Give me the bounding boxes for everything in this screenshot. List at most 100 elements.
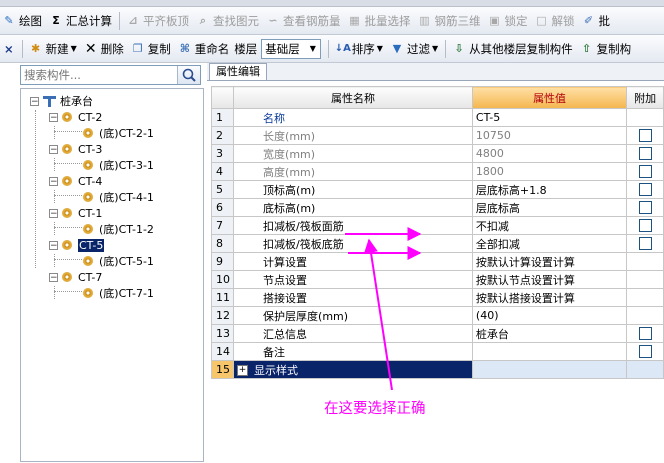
tree-group-ct4[interactable]: − CT-4 [49, 173, 102, 189]
property-value[interactable]: 10750 [471, 126, 628, 145]
collapse-icon[interactable]: − [49, 272, 58, 282]
lock-button[interactable]: ▣ 锁定 [485, 10, 531, 32]
find-element-button[interactable]: ⌕ 查找图元 [193, 10, 262, 32]
delete-button[interactable]: ✕ 删除 [81, 38, 127, 60]
extra-checkbox[interactable] [638, 327, 652, 341]
property-value[interactable]: 层底标高+1.8 [471, 180, 628, 199]
expand-icon[interactable]: + [237, 365, 249, 376]
property-name-cell[interactable]: + 显示样式 [233, 360, 473, 379]
extra-checkbox[interactable] [638, 147, 652, 161]
property-value[interactable]: 按默认节点设置计算 [471, 270, 628, 289]
tree-item-ct1-2[interactable]: (底)CT-1-2 [83, 221, 154, 237]
rename-button[interactable]: ⌘ 重命名 [175, 38, 233, 60]
property-name[interactable]: 底标高(m) [233, 198, 473, 217]
draw-button[interactable]: ✎ 绘图 [0, 10, 45, 32]
column-header-name[interactable]: 属性名称 [233, 86, 473, 109]
column-header-extra[interactable]: 附加 [626, 86, 664, 109]
collapse-icon[interactable]: − [49, 112, 58, 122]
property-value[interactable]: (40) [471, 306, 628, 325]
property-value[interactable]: 1800 [471, 162, 628, 181]
property-name[interactable]: 宽度(mm) [233, 144, 473, 163]
copy-button[interactable]: ❐ 复制 [128, 38, 174, 60]
search-input[interactable] [21, 66, 174, 84]
batch-select-button[interactable]: ▦ 批量选择 [345, 10, 414, 32]
tree-group-ct2[interactable]: − CT-2 [49, 109, 102, 125]
property-row[interactable]: 5 顶标高(m) 层底标高+1.8 [210, 180, 664, 199]
extra-checkbox[interactable] [638, 201, 652, 215]
property-value[interactable]: 层底标高 [471, 198, 628, 217]
property-value[interactable]: 按默认计算设置计算 [471, 252, 628, 271]
extra-checkbox[interactable] [638, 183, 652, 197]
property-name[interactable]: 备注 [233, 342, 473, 361]
property-name[interactable]: 汇总信息 [233, 324, 473, 343]
property-name[interactable]: 顶标高(m) [233, 180, 473, 199]
tree-group-ct7[interactable]: − CT-7 [49, 269, 102, 285]
property-row[interactable]: 6 底标高(m) 层底标高 [210, 198, 664, 217]
property-row[interactable]: 14 备注 [210, 342, 664, 361]
copy-to-floor-button[interactable]: ⇧ 复制构 [577, 38, 635, 60]
property-row[interactable]: 15 + 显示样式 [210, 360, 664, 379]
property-value[interactable]: 不扣减 [471, 216, 628, 235]
tree-group-ct3[interactable]: − CT-3 [49, 141, 102, 157]
property-name[interactable]: 搭接设置 [233, 288, 473, 307]
tree-item-ct4-1[interactable]: (底)CT-4-1 [83, 189, 154, 205]
collapse-icon[interactable]: − [49, 176, 58, 186]
collapse-icon[interactable]: − [49, 240, 58, 250]
view-rebar-button[interactable]: ∽ 查看钢筋量 [263, 10, 344, 32]
sort-button[interactable]: ↓A 排序 ▼ [332, 38, 386, 60]
property-row[interactable]: 1 名称 CT-5 [210, 108, 664, 127]
property-name[interactable]: 名称 [233, 108, 473, 127]
tree-item-ct7-1[interactable]: (底)CT-7-1 [83, 285, 154, 301]
column-header-value[interactable]: 属性值 [471, 86, 628, 109]
property-name[interactable]: 长度(mm) [233, 126, 473, 145]
collapse-icon[interactable]: − [49, 208, 58, 218]
tab-property-edit[interactable]: 属性编辑 [209, 63, 267, 80]
property-row[interactable]: 9 计算设置 按默认计算设置计算 [210, 252, 664, 271]
floor-select[interactable]: 基础层 ▼ [261, 38, 321, 59]
summary-calc-button[interactable]: Σ 汇总计算 [46, 10, 115, 32]
property-value[interactable]: 桩承台 [471, 324, 628, 343]
tree-item-ct5-1[interactable]: (底)CT-5-1 [83, 253, 154, 269]
extra-checkbox[interactable] [638, 237, 652, 251]
property-row[interactable]: 12 保护层厚度(mm) (40) [210, 306, 664, 325]
property-value[interactable] [471, 342, 628, 361]
extra-checkbox[interactable] [638, 129, 652, 143]
property-row[interactable]: 10 节点设置 按默认节点设置计算 [210, 270, 664, 289]
property-name[interactable]: 节点设置 [233, 270, 473, 289]
property-row[interactable]: 8 扣减板/筏板底筋 全部扣减 [210, 234, 664, 253]
tree-group-ct1[interactable]: − CT-1 [49, 205, 102, 221]
collapse-icon[interactable]: − [30, 96, 39, 106]
copy-from-floor-button[interactable]: ⇩ 从其他楼层复制构件 [449, 38, 576, 60]
batch-button[interactable]: ✐ 批 [579, 10, 614, 32]
unlock-button[interactable]: □ 解锁 [532, 10, 578, 32]
property-row[interactable]: 7 扣减板/筏板面筋 不扣减 [210, 216, 664, 235]
property-name[interactable]: 扣减板/筏板面筋 [233, 216, 473, 235]
property-value[interactable]: CT-5 [471, 108, 628, 127]
property-row[interactable]: 2 长度(mm) 10750 [210, 126, 664, 145]
tree-group-ct5[interactable]: − CT-5 [49, 237, 105, 253]
filter-button[interactable]: ▼ 过滤 ▼ [387, 38, 441, 60]
tree-item-ct2-1[interactable]: (底)CT-2-1 [83, 125, 154, 141]
property-name[interactable]: 扣减板/筏板底筋 [233, 234, 473, 253]
rebar-3d-button[interactable]: ▥ 钢筋三维 [415, 10, 484, 32]
close-panel-button[interactable]: × [0, 38, 18, 60]
collapse-icon[interactable]: − [49, 144, 58, 154]
property-row[interactable]: 3 宽度(mm) 4800 [210, 144, 664, 163]
new-button[interactable]: ✱ 新建 ▼ [26, 38, 80, 60]
property-value[interactable]: 4800 [471, 144, 628, 163]
search-button[interactable] [177, 66, 200, 84]
property-row[interactable]: 11 搭接设置 按默认搭接设置计算 [210, 288, 664, 307]
extra-checkbox[interactable] [638, 219, 652, 233]
extra-checkbox[interactable] [638, 165, 652, 179]
property-value[interactable]: 全部扣减 [471, 234, 628, 253]
property-row[interactable]: 4 高度(mm) 1800 [210, 162, 664, 181]
extra-checkbox[interactable] [638, 345, 652, 359]
tree-item-ct3-1[interactable]: (底)CT-3-1 [83, 157, 154, 173]
property-value[interactable]: 按默认搭接设置计算 [471, 288, 628, 307]
property-name[interactable]: 保护层厚度(mm) [233, 306, 473, 325]
align-slab-top-button[interactable]: ⊿ 平齐板顶 [123, 10, 192, 32]
tree-root[interactable]: − 桩承台 [30, 93, 93, 109]
property-name[interactable]: 计算设置 [233, 252, 473, 271]
property-row[interactable]: 13 汇总信息 桩承台 [210, 324, 664, 343]
property-name[interactable]: 高度(mm) [233, 162, 473, 181]
